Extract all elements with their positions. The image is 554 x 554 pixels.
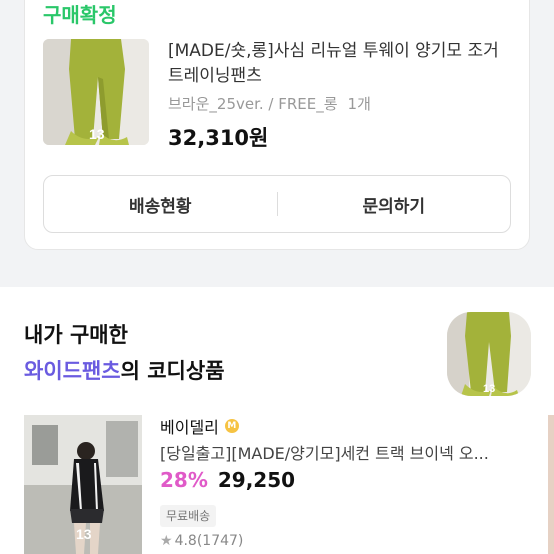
order-card: 구매확정 13 [MADE/숏,롱]사심 리뉴얼 투웨이 양기모 조거 트레이닝…	[24, 0, 530, 250]
product-name[interactable]: [MADE/숏,롱]사심 리뉴얼 투웨이 양기모 조거 트레이닝팬츠	[168, 39, 508, 89]
brand-mark: 13	[89, 126, 105, 142]
inquiry-button[interactable]: 문의하기	[278, 192, 511, 217]
shipping-status-button[interactable]: 배송현황	[44, 192, 277, 217]
rating: ★ 4.8(1747)	[160, 533, 243, 549]
coordi-section: 내가 구매한 와이드팬츠의 코디상품 13 13 베이델리 M [당일출고][M…	[0, 287, 554, 554]
recommended-product-name[interactable]: [당일출고][MADE/양기모]세컨 트랙 브이넥 오...	[160, 440, 510, 464]
coordi-title-line1: 내가 구매한	[24, 323, 128, 347]
pants-image: 13	[43, 39, 149, 145]
free-shipping-tag: 무료배송	[160, 505, 217, 527]
seller-badge-icon: M	[224, 419, 239, 433]
coordi-title-highlight: 와이드팬츠	[24, 359, 121, 383]
seller-label: 베이델리	[160, 418, 219, 437]
option-text: 브라운_25ver. / FREE_롱	[168, 95, 338, 113]
next-card-peek[interactable]	[548, 415, 554, 554]
pants-image: 13	[447, 312, 531, 396]
coordi-title-line2: 와이드팬츠의 코디상품	[24, 353, 225, 389]
order-actions: 배송현황 문의하기	[43, 175, 511, 233]
brand-mark: 13	[483, 383, 495, 395]
recommended-product-thumbnail[interactable]: 13	[24, 415, 142, 554]
product-price: 32,310원	[168, 126, 269, 150]
rating-value: 4.8(1747)	[174, 533, 244, 549]
purchased-item-thumbnail[interactable]: 13	[447, 312, 531, 396]
coordi-title: 내가 구매한 와이드팬츠의 코디상품	[24, 317, 225, 389]
discount-rate: 28%	[160, 468, 208, 492]
seller-name[interactable]: 베이델리 M	[160, 414, 239, 438]
product-thumbnail[interactable]: 13	[43, 39, 149, 145]
option-quantity: 1개	[347, 95, 371, 113]
order-status: 구매확정	[43, 3, 117, 27]
recommended-product-price: 28% 29,250	[160, 468, 295, 492]
sale-price: 29,250	[217, 468, 296, 492]
star-icon: ★	[160, 533, 173, 549]
brand-mark: 13	[76, 526, 92, 542]
model-image: 13	[24, 415, 142, 554]
coordi-title-suffix: 의 코디상품	[120, 359, 225, 383]
product-option: 브라운_25ver. / FREE_롱 1개	[168, 93, 371, 114]
